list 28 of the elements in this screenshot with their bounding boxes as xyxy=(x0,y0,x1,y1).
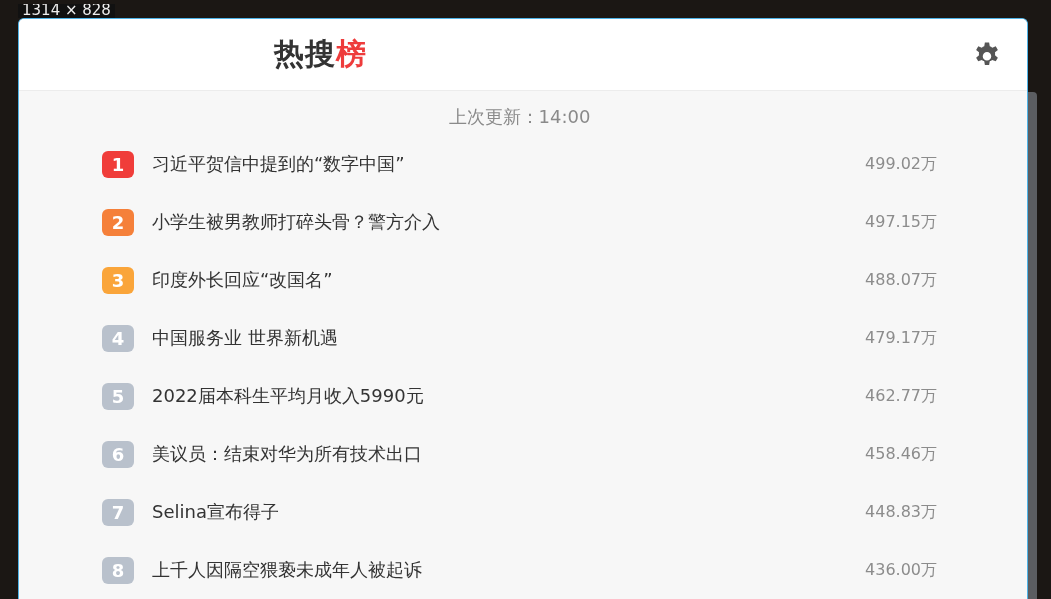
topic-link[interactable]: 2022届本科生平均月收入5990元 xyxy=(152,384,865,408)
rank-badge: 5 xyxy=(102,382,134,410)
heat-value: 497.15万 xyxy=(865,211,937,233)
topic-link[interactable]: 中国服务业 世界新机遇 xyxy=(152,326,865,350)
topic-link[interactable]: 习近平贺信中提到的“数字中国” xyxy=(152,152,865,176)
rank-badge: 4 xyxy=(102,324,134,352)
heat-value: 462.77万 xyxy=(865,385,937,407)
heat-value: 436.00万 xyxy=(865,559,937,581)
topic-link[interactable]: 上千人因隔空猥亵未成年人被起诉 xyxy=(152,558,865,582)
rank-badge: 7 xyxy=(102,498,134,526)
rank-badge: 1 xyxy=(102,150,134,178)
heat-value: 458.46万 xyxy=(865,443,937,465)
heat-value: 499.02万 xyxy=(865,153,937,175)
app-title: 热搜榜 xyxy=(274,35,368,73)
topic-link[interactable]: 小学生被男教师打碎头骨？警方介入 xyxy=(152,210,865,234)
topic-link[interactable]: Selina宣布得子 xyxy=(152,500,865,524)
heat-value: 488.07万 xyxy=(865,269,937,291)
heat-value: 479.17万 xyxy=(865,327,937,349)
rank-badge: 8 xyxy=(102,556,134,584)
size-label: 1314 × 828 xyxy=(18,4,115,18)
topic-link[interactable]: 印度外长回应“改国名” xyxy=(152,268,865,292)
rank-badge: 2 xyxy=(102,208,134,236)
heat-value: 448.83万 xyxy=(865,501,937,523)
rank-badge: 3 xyxy=(102,266,134,294)
rank-badge: 6 xyxy=(102,440,134,468)
last-update-text: 上次更新：14:00 xyxy=(447,105,592,129)
topic-link[interactable]: 美议员：结束对华为所有技术出口 xyxy=(152,442,865,466)
scrollbar[interactable] xyxy=(1028,92,1037,599)
